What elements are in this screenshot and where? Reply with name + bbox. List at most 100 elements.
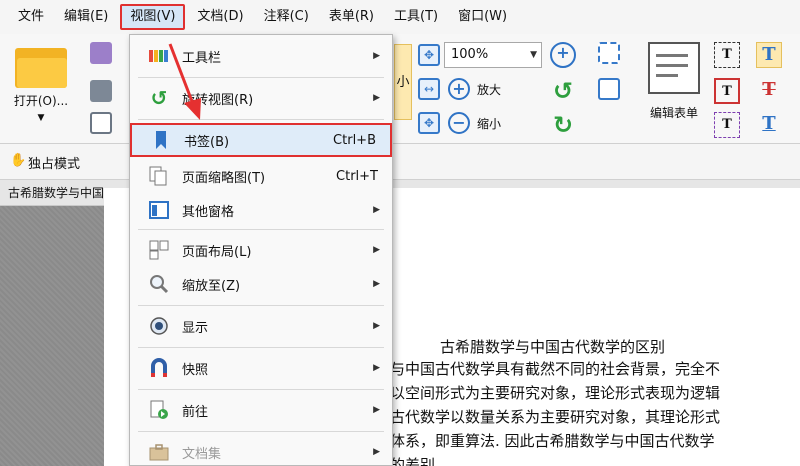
save-icon[interactable] bbox=[90, 42, 112, 64]
menu-separator bbox=[138, 229, 384, 230]
menu-item-label: 文档集 bbox=[182, 446, 222, 462]
image-insert-icon[interactable] bbox=[598, 78, 620, 100]
menu-item-page-layout[interactable]: 页面布局(L) ▶ bbox=[130, 233, 392, 267]
menu-document[interactable]: 文档(D) bbox=[189, 4, 251, 30]
ribbon-subbar: ✋ 独占模式 bbox=[0, 144, 800, 180]
chevron-right-icon: ▶ bbox=[373, 245, 380, 255]
text-select-icon[interactable] bbox=[598, 42, 620, 64]
menu-item-rotate[interactable]: ↺ 旋转视图(R) ▶ bbox=[130, 81, 392, 115]
bookmark-icon bbox=[150, 129, 172, 151]
text-field-icon[interactable]: T bbox=[714, 42, 740, 68]
chevron-right-icon: ▶ bbox=[373, 93, 380, 103]
menu-item-label: 工具栏 bbox=[182, 50, 222, 66]
menu-item-label: 前往 bbox=[182, 404, 209, 420]
fit-visible-icon[interactable]: ✥ bbox=[418, 112, 440, 134]
menu-item-zoom-to[interactable]: 缩放至(Z) ▶ bbox=[130, 267, 392, 301]
chevron-right-icon: ▶ bbox=[373, 321, 380, 331]
eye-icon bbox=[148, 315, 170, 337]
menu-separator bbox=[138, 431, 384, 432]
menu-separator bbox=[138, 77, 384, 78]
tab-document[interactable]: 古希腊数学与中国 bbox=[8, 184, 104, 201]
doc-set-icon bbox=[148, 441, 170, 463]
menu-item-label: 旋转视图(R) bbox=[182, 92, 254, 108]
zoom-in-label[interactable]: 放大 bbox=[477, 81, 501, 98]
rotate-icon: ↺ bbox=[150, 86, 168, 110]
chevron-down-icon: ▼ bbox=[530, 50, 537, 60]
fit-page-icon[interactable]: ✥ bbox=[418, 44, 440, 66]
menu-item-label: 快照 bbox=[182, 362, 209, 378]
chevron-down-icon: ▼ bbox=[37, 113, 45, 123]
text-box-icon[interactable]: T bbox=[714, 78, 740, 104]
menu-view[interactable]: 视图(V) bbox=[120, 4, 186, 30]
menu-comment[interactable]: 注释(C) bbox=[256, 4, 317, 30]
rotate-right-icon[interactable]: ↻ bbox=[550, 112, 576, 138]
menu-item-label: 页面缩略图(T) bbox=[182, 170, 266, 186]
zoom-out-label[interactable]: 缩小 bbox=[477, 115, 501, 132]
menu-item-thumbnails[interactable]: 页面缩略图(T) Ctrl+T bbox=[130, 159, 392, 193]
document-title: 古希腊数学与中国古代数学的区别 bbox=[440, 338, 666, 356]
panes-icon bbox=[148, 199, 170, 221]
chevron-right-icon: ▶ bbox=[373, 51, 380, 61]
rotate-left-icon[interactable]: ↺ bbox=[550, 78, 576, 104]
menu-item-goto[interactable]: 前往 ▶ bbox=[130, 393, 392, 427]
menu-item-shortcut: Ctrl+B bbox=[333, 132, 376, 148]
menu-form[interactable]: 表单(R) bbox=[321, 4, 382, 30]
solo-mode-button[interactable]: 独占模式 bbox=[28, 153, 80, 172]
thumbnails-icon bbox=[148, 165, 170, 187]
fit-width-icon[interactable]: ↔ bbox=[418, 78, 440, 100]
menu-item-display[interactable]: 显示 ▶ bbox=[130, 309, 392, 343]
menu-window[interactable]: 窗口(W) bbox=[450, 4, 515, 30]
typewriter-icon[interactable]: T bbox=[756, 42, 782, 68]
hand-icon: ✋ bbox=[10, 153, 27, 168]
document-line: 体系，即重算法. 因此古希腊数学与中国古代数学 bbox=[390, 432, 715, 450]
menu-item-snapshot[interactable]: 快照 ▶ bbox=[130, 351, 392, 385]
menu-item-label: 书签(B) bbox=[184, 134, 230, 150]
menu-bar: 文件 编辑(E) 视图(V) 文档(D) 注释(C) 表单(R) 工具(T) 窗… bbox=[0, 0, 800, 34]
zoom-out-icon[interactable]: − bbox=[448, 112, 470, 134]
toolbar-icon bbox=[148, 45, 170, 67]
menu-item-label: 显示 bbox=[182, 320, 209, 336]
menu-separator bbox=[138, 119, 384, 120]
document-line: 的差别 bbox=[390, 456, 436, 466]
chevron-right-icon: ▶ bbox=[373, 205, 380, 215]
menu-separator bbox=[138, 305, 384, 306]
view-menu-dropdown: 工具栏 ▶ ↺ 旋转视图(R) ▶ 书签(B) Ctrl+B 页面缩略图(T) … bbox=[129, 34, 393, 466]
chevron-right-icon: ▶ bbox=[373, 447, 380, 457]
open-button-label: 打开(O)... bbox=[13, 94, 69, 108]
goto-icon bbox=[148, 399, 170, 421]
print-icon[interactable] bbox=[90, 80, 112, 102]
chevron-right-icon: ▶ bbox=[373, 405, 380, 415]
chevron-right-icon: ▶ bbox=[373, 363, 380, 373]
underline-icon[interactable]: T bbox=[756, 112, 782, 138]
zoom-icon bbox=[148, 273, 170, 295]
menu-item-label: 缩放至(Z) bbox=[182, 278, 241, 294]
zoom-value: 100% bbox=[451, 47, 489, 62]
menu-item-toolbar[interactable]: 工具栏 ▶ bbox=[130, 39, 392, 73]
menu-item-label: 页面布局(L) bbox=[182, 244, 252, 260]
document-line: 以空间形式为主要研究对象，理论形式表现为逻辑 bbox=[390, 384, 721, 402]
document-line: 与中国古代数学具有截然不同的社会背景，完全不 bbox=[390, 360, 721, 378]
menu-item-label: 其他窗格 bbox=[182, 204, 235, 220]
ribbon-toolbar: 打开(O)... ▼ 小 ✥ ↔ ✥ 100% ▼ + 放大 − 缩小 + ↺ … bbox=[0, 34, 800, 144]
magnifier-icon[interactable]: + bbox=[550, 42, 576, 68]
edit-form-label[interactable]: 编辑表单 bbox=[650, 104, 698, 121]
menu-item-shortcut: Ctrl+T bbox=[336, 168, 378, 184]
strikeout-icon[interactable]: T bbox=[756, 78, 782, 104]
menu-item-bookmark[interactable]: 书签(B) Ctrl+B bbox=[130, 123, 392, 157]
zoom-in-icon[interactable]: + bbox=[448, 78, 470, 100]
menu-item-doc-set[interactable]: 文档集 ▶ bbox=[130, 435, 392, 466]
open-button[interactable]: 打开(O)... ▼ bbox=[8, 44, 74, 123]
menu-item-other-panes[interactable]: 其他窗格 ▶ bbox=[130, 193, 392, 227]
callout-icon[interactable]: T bbox=[714, 112, 740, 138]
edit-form-icon[interactable] bbox=[648, 42, 700, 94]
menu-separator bbox=[138, 389, 384, 390]
zoom-select[interactable]: 100% ▼ bbox=[444, 42, 542, 68]
document-icon[interactable] bbox=[90, 112, 112, 134]
folder-icon bbox=[15, 44, 67, 88]
small-view-button[interactable]: 小 bbox=[394, 44, 412, 120]
menu-file[interactable]: 文件 bbox=[10, 4, 52, 30]
menu-tools[interactable]: 工具(T) bbox=[386, 4, 446, 30]
menu-separator bbox=[138, 347, 384, 348]
menu-edit[interactable]: 编辑(E) bbox=[56, 4, 116, 30]
chevron-right-icon: ▶ bbox=[373, 279, 380, 289]
